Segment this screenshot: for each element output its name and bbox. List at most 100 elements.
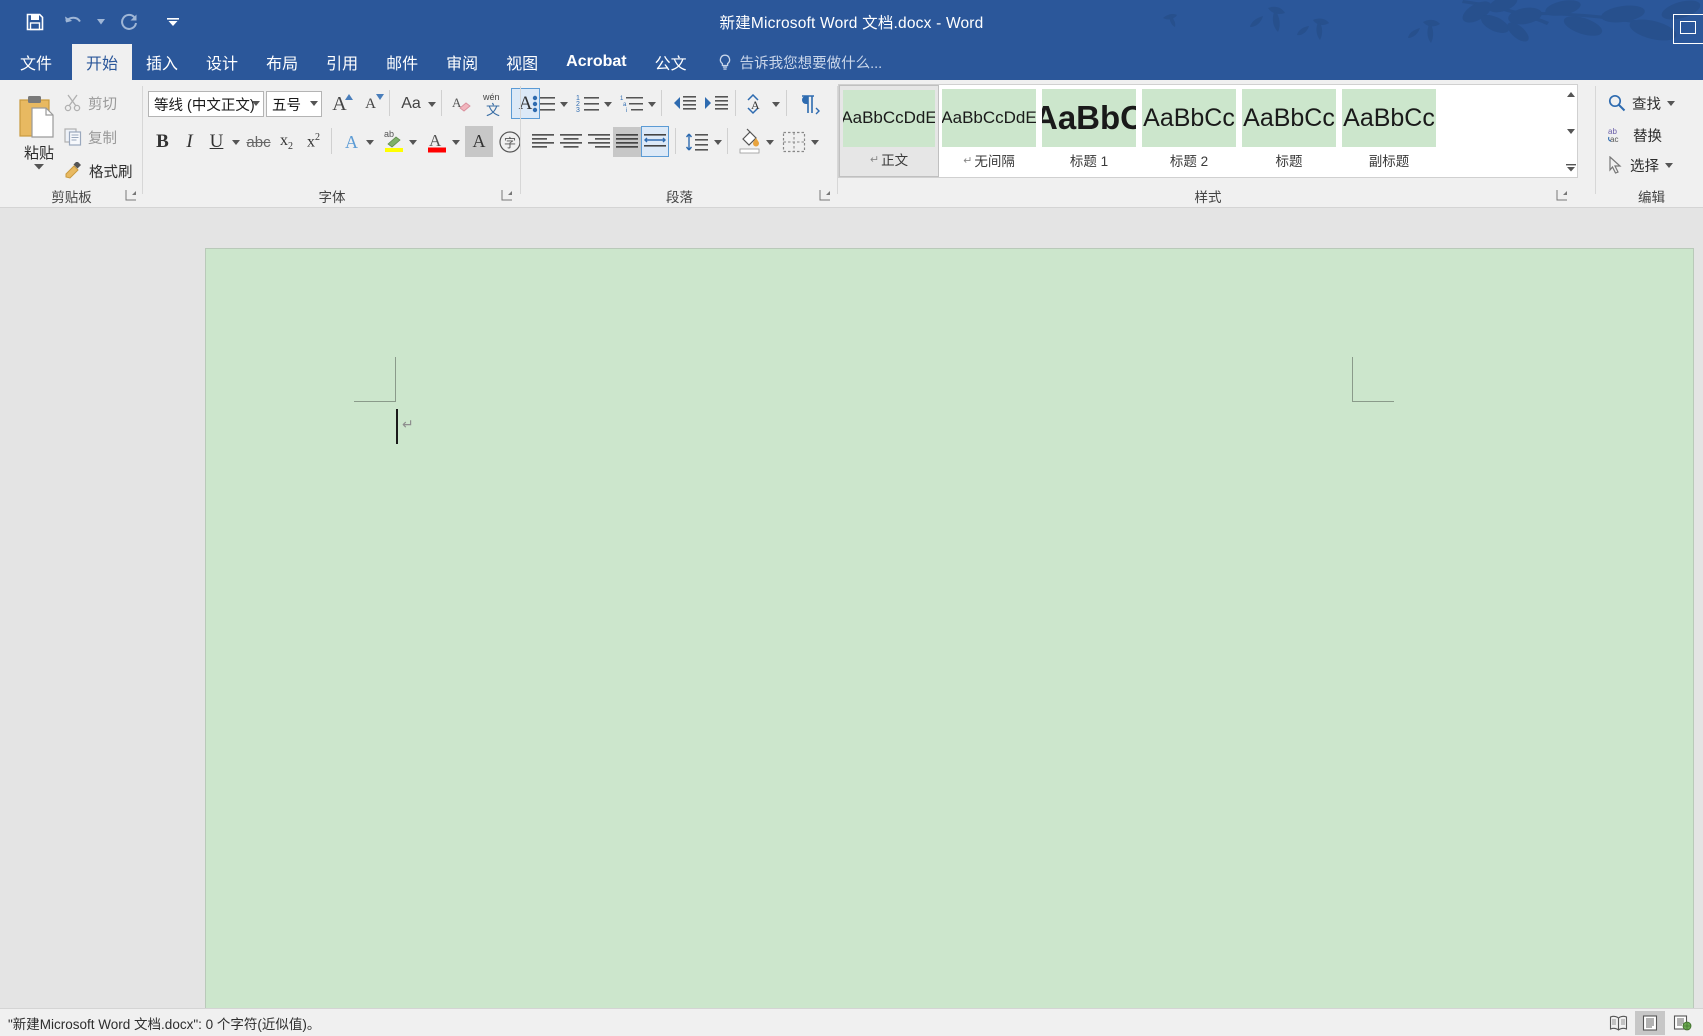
align-left-button[interactable] (529, 127, 557, 157)
styles-more-button[interactable] (1563, 159, 1579, 176)
bullets-caret-icon[interactable] (559, 92, 569, 116)
tab-insert[interactable]: 插入 (132, 44, 192, 80)
tab-mailings[interactable]: 邮件 (372, 44, 432, 80)
text-effects-button[interactable]: A (338, 127, 365, 157)
bullets-button[interactable] (529, 89, 558, 119)
align-center-button[interactable] (557, 127, 585, 157)
font-dialog-launcher[interactable] (501, 189, 515, 203)
tab-gongwen[interactable]: 公文 (641, 44, 701, 80)
tab-acrobat[interactable]: Acrobat (552, 44, 640, 80)
format-painter-button[interactable]: 格式刷 (60, 156, 137, 186)
style-item-heading-1[interactable]: AaBbC 标题 1 (1039, 85, 1139, 177)
font-name-combo[interactable]: 等线 (中文正文) (148, 91, 264, 117)
redo-button[interactable] (112, 6, 146, 38)
numbering-caret-icon[interactable] (603, 92, 613, 116)
styles-scroll-up-button[interactable] (1563, 86, 1579, 103)
style-item-body[interactable]: AaBbCcDdE ↵ 正文 (839, 85, 939, 177)
bullets-icon (532, 95, 555, 113)
find-button[interactable]: 查找 (1608, 88, 1675, 118)
underline-button[interactable]: U (203, 127, 230, 157)
style-label: 标题 (1275, 154, 1303, 169)
font-color-button[interactable]: A (422, 125, 451, 157)
select-caret-icon[interactable] (1665, 162, 1673, 168)
numbering-button[interactable]: 1 2 3 (573, 89, 602, 119)
copy-button[interactable]: 复制 (60, 122, 121, 152)
tab-design[interactable]: 设计 (192, 44, 252, 80)
change-case-caret-icon[interactable] (427, 92, 437, 116)
text-highlight-button[interactable]: ab (379, 125, 408, 157)
find-caret-icon[interactable] (1667, 100, 1675, 106)
bold-button[interactable]: B (149, 127, 176, 157)
text-effects-caret-icon[interactable] (365, 130, 375, 154)
tab-review[interactable]: 审阅 (432, 44, 492, 80)
font-color-caret-icon[interactable] (451, 130, 461, 154)
shrink-font-button[interactable]: A (356, 89, 385, 119)
read-mode-button[interactable] (1603, 1011, 1633, 1035)
increase-indent-button[interactable] (700, 89, 731, 119)
multilevel-list-button[interactable]: 1 a i (617, 89, 646, 119)
subscript-button[interactable]: x2 (273, 127, 300, 157)
undo-dropdown-caret-icon[interactable] (94, 6, 108, 38)
style-item-no-spacing[interactable]: AaBbCcDdE ↵ 无间隔 (939, 85, 1039, 177)
tab-home[interactable]: 开始 (72, 44, 133, 80)
highlight-caret-icon[interactable] (408, 130, 418, 154)
change-case-button[interactable]: Aa (395, 89, 427, 119)
tab-file[interactable]: 文件 (0, 44, 72, 80)
style-item-subtitle[interactable]: AaBbCc 副标题 (1339, 85, 1439, 177)
clipboard-dialog-launcher[interactable] (125, 189, 139, 203)
paragraph-dialog-launcher[interactable] (819, 189, 833, 203)
styles-dialog-launcher[interactable] (1556, 189, 1570, 203)
chevron-down-icon (252, 101, 260, 106)
multilevel-caret-icon[interactable] (647, 92, 657, 116)
undo-button[interactable] (56, 6, 90, 38)
borders-button[interactable] (779, 126, 809, 157)
group-paragraph: 1 2 3 1 a i A 段落 (521, 80, 838, 208)
chevron-down-icon (310, 101, 318, 106)
shading-button[interactable] (734, 125, 764, 157)
paste-label: 粘贴 (23, 145, 54, 162)
justify-button[interactable] (613, 127, 641, 157)
tab-view[interactable]: 视图 (492, 44, 552, 80)
line-spacing-caret-icon[interactable] (713, 130, 723, 154)
shading-caret-icon[interactable] (765, 130, 775, 154)
search-icon (1608, 94, 1626, 112)
customize-qat-button[interactable] (166, 6, 180, 38)
select-button[interactable]: 选择 (1608, 150, 1673, 180)
style-label: 标题 1 (1069, 154, 1109, 169)
underline-caret-icon[interactable] (231, 130, 241, 154)
copy-icon (64, 128, 82, 146)
sort-button[interactable]: A (741, 89, 771, 119)
restore-window-button[interactable] (1673, 14, 1703, 44)
distribute-icon (644, 133, 666, 147)
align-right-button[interactable] (585, 127, 613, 157)
tell-me-placeholder: 告诉我您想要做什么... (739, 55, 883, 72)
italic-button[interactable]: I (176, 127, 203, 157)
save-button[interactable] (18, 6, 52, 38)
paste-icon (19, 96, 54, 138)
decrease-indent-button[interactable] (668, 89, 699, 119)
cut-button[interactable]: 剪切 (60, 88, 121, 118)
tab-references[interactable]: 引用 (312, 44, 372, 80)
word-window: 新建Microsoft Word 文档.docx - Word 文件 开始 插入… (0, 0, 1703, 1036)
replace-button[interactable]: ab ac 替换 (1608, 120, 1662, 150)
strikethrough-button[interactable]: abc (244, 127, 273, 157)
document-page[interactable]: ↵ (205, 248, 1694, 1026)
styles-scroll-down-button[interactable] (1563, 123, 1579, 140)
superscript-button[interactable]: x2 (300, 127, 327, 157)
style-item-title[interactable]: AaBbCc 标题 (1239, 85, 1339, 177)
show-marks-button[interactable] (793, 89, 823, 119)
sort-caret-icon[interactable] (771, 92, 781, 116)
font-size-combo[interactable]: 五号 (266, 91, 322, 117)
tab-layout[interactable]: 布局 (252, 44, 312, 80)
line-spacing-button[interactable] (682, 127, 712, 157)
print-layout-button[interactable] (1635, 1011, 1665, 1035)
phonetic-guide-button[interactable]: wén 文 (478, 87, 508, 120)
distribute-button[interactable] (641, 126, 669, 157)
style-item-heading-2[interactable]: AaBbCc 标题 2 (1139, 85, 1239, 177)
web-layout-button[interactable] (1667, 1011, 1697, 1035)
clear-formatting-button[interactable]: A (448, 89, 476, 119)
borders-caret-icon[interactable] (810, 130, 820, 154)
grow-font-button[interactable]: A (325, 89, 354, 119)
tell-me-box[interactable]: 告诉我您想要做什么... (717, 44, 883, 80)
character-shading-button[interactable]: A (465, 126, 493, 157)
